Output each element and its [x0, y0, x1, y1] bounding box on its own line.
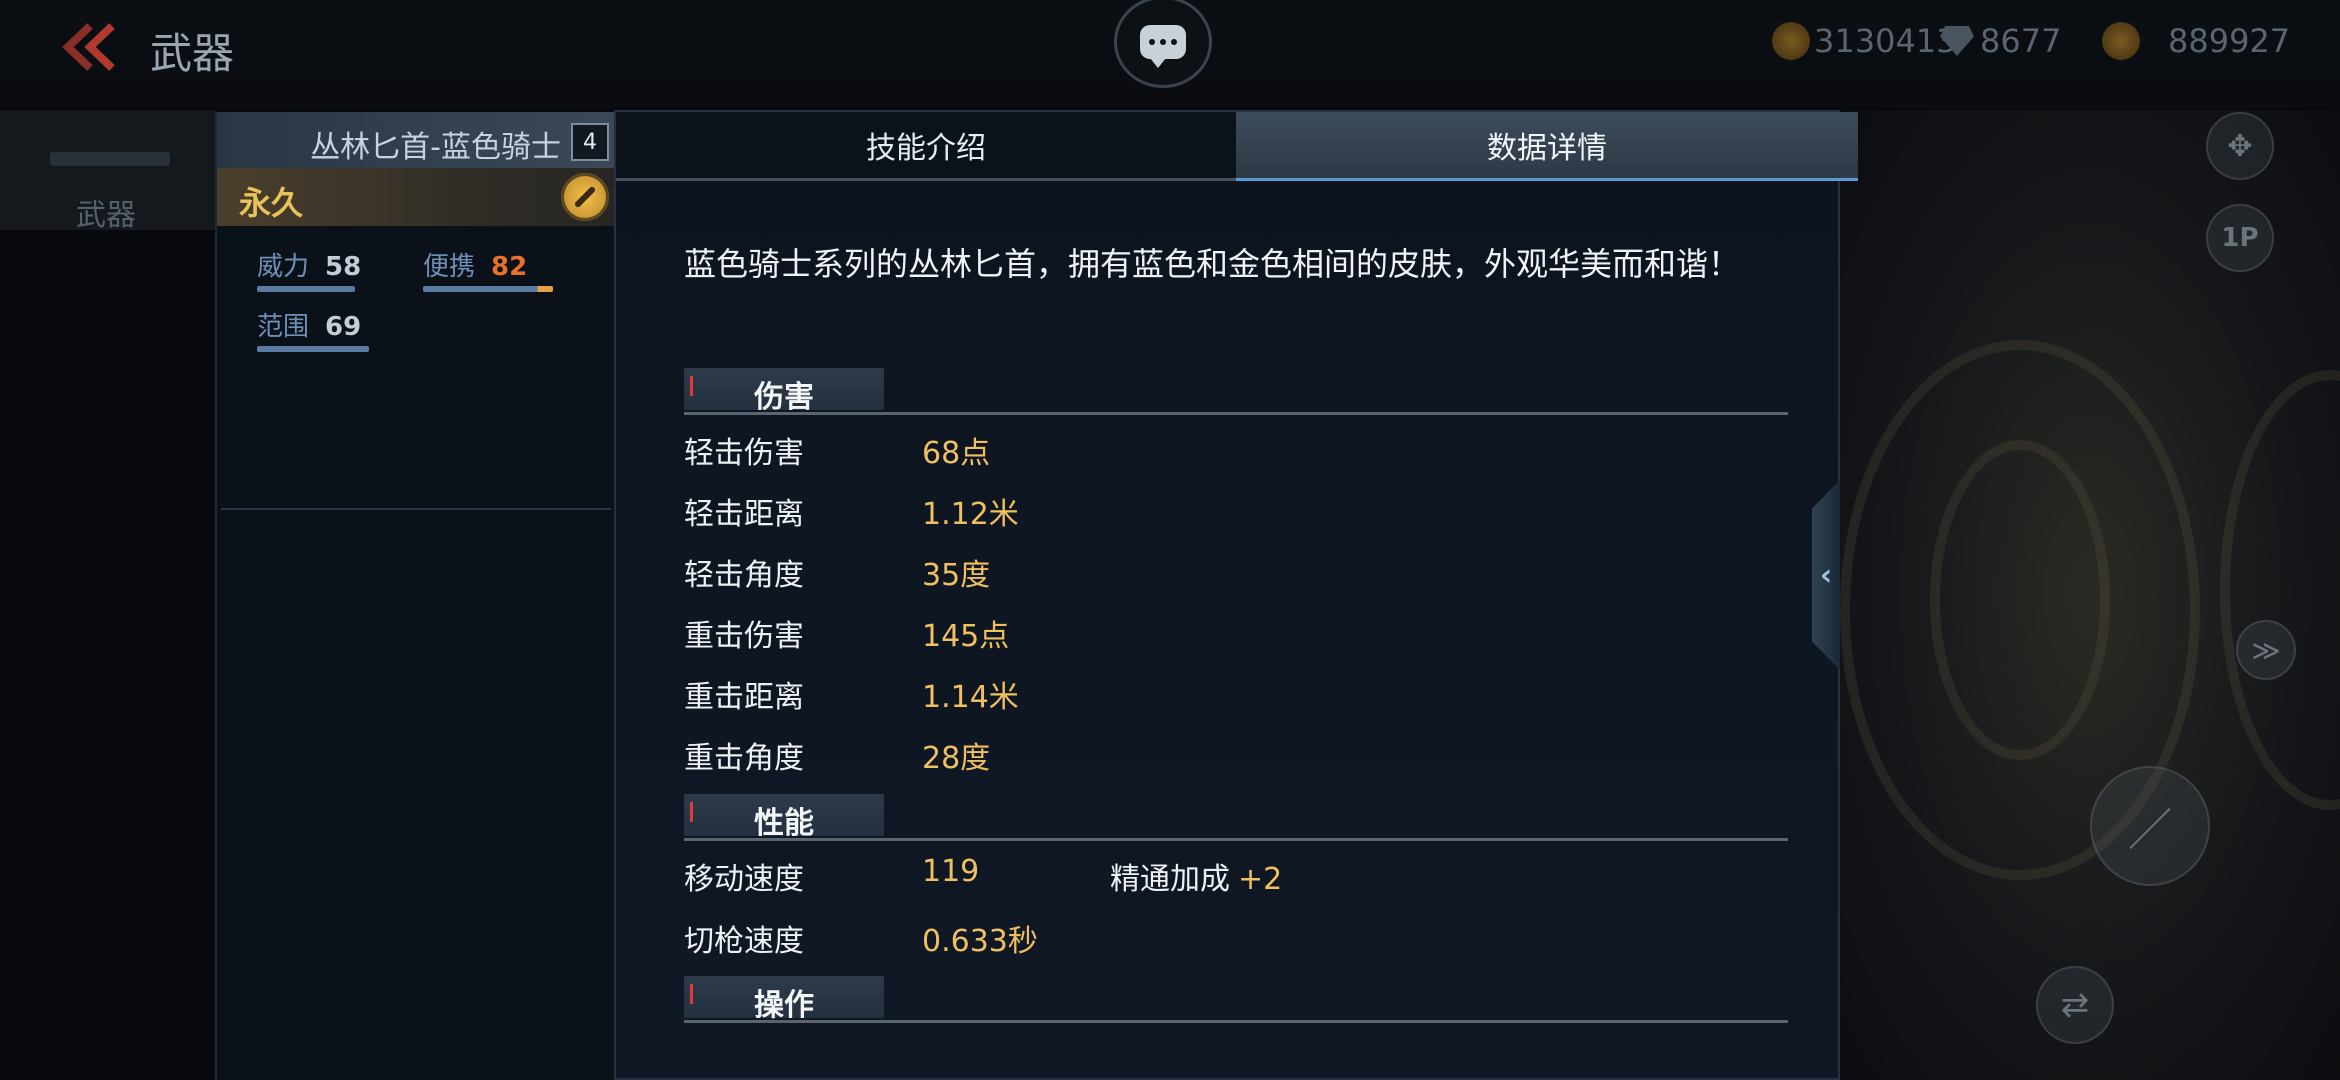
- stat-label: 范围: [257, 312, 310, 342]
- token-icon: [2102, 22, 2140, 60]
- double-chevron-left-icon: [62, 23, 115, 71]
- back-button[interactable]: [60, 22, 120, 72]
- row-label: 重击距离: [684, 680, 804, 715]
- swap-icon: ⇄: [2060, 985, 2090, 1025]
- stat-label: 威力: [257, 252, 310, 282]
- section-header-performance: 性能: [684, 794, 1788, 841]
- view-mode-label: 1P: [2221, 223, 2259, 253]
- chat-button[interactable]: [1114, 0, 1212, 88]
- stat-bar: [257, 286, 355, 292]
- stat-value: 69: [325, 312, 362, 342]
- row-value: 145点: [922, 619, 1010, 654]
- page-title: 武器: [150, 29, 235, 78]
- divider: [221, 508, 611, 510]
- swap-weapon-button[interactable]: ⇄: [2036, 966, 2114, 1044]
- chat-bubble-icon: [1140, 25, 1186, 68]
- row-value: 0.633秒: [922, 924, 1038, 959]
- section-title: 性能: [754, 806, 814, 841]
- row-label: 重击角度: [684, 741, 804, 776]
- diamond-currency: 8677: [1940, 22, 2061, 60]
- stat-portability: 便携 82: [423, 246, 553, 292]
- attack-button[interactable]: ／: [2090, 766, 2210, 886]
- weapon-level-badge: 4: [571, 123, 609, 161]
- weapon-name: 丛林匕首-蓝色骑士: [310, 130, 561, 165]
- row-label: 轻击伤害: [684, 436, 804, 471]
- diamond-amount: 8677: [1980, 22, 2062, 60]
- row-value: 68点: [922, 436, 991, 471]
- knife-icon: ／: [2128, 805, 2172, 856]
- sidebar-item-label: 武器: [76, 198, 136, 233]
- collapse-panel-button[interactable]: ‹: [1812, 480, 1840, 670]
- row-value: 35度: [922, 558, 991, 593]
- stat-bar: [423, 286, 553, 292]
- token-currency: 889927: [2102, 22, 2290, 60]
- diamond-icon: [1940, 26, 1974, 56]
- gold-currency: 3130413: [1772, 22, 1957, 60]
- stat-power: 威力 58: [257, 246, 362, 292]
- gold-amount: 3130413: [1814, 22, 1957, 60]
- section-header-operation: 操作: [684, 976, 1788, 1023]
- row-label: 轻击距离: [684, 497, 804, 532]
- stat-bar: [257, 346, 369, 352]
- bonus-label: 精通加成: [1110, 862, 1230, 897]
- row-value: 119: [922, 854, 980, 889]
- stat-value: 82: [491, 252, 528, 282]
- view-toggle-button[interactable]: 1P: [2206, 204, 2274, 272]
- tab-skill-intro[interactable]: 技能介绍: [616, 112, 1236, 181]
- stat-label: 便携: [423, 252, 476, 282]
- section-header-damage: 伤害: [684, 368, 1788, 415]
- stat-range: 范围 69: [257, 306, 369, 352]
- detail-panel: 技能介绍 数据详情 蓝色骑士系列的丛林匕首，拥有蓝色和金色相间的皮肤，外观华美而…: [614, 110, 1858, 1080]
- dash-icon: ≫: [2251, 633, 2281, 667]
- row-label: 移动速度: [684, 862, 804, 897]
- dpad-icon: ✥: [2227, 128, 2253, 164]
- row-value: 28度: [922, 741, 991, 776]
- gold-coin-icon: [1772, 22, 1810, 60]
- section-title: 伤害: [754, 380, 814, 415]
- renew-coin-icon[interactable]: [561, 173, 609, 221]
- weapon-header: 丛林匕首-蓝色骑士 4: [217, 112, 615, 168]
- duration-label: 永久: [239, 184, 304, 222]
- row-label: 轻击角度: [684, 558, 804, 593]
- rifle-icon: [50, 152, 170, 166]
- section-title: 操作: [754, 988, 814, 1023]
- weapon-description: 蓝色骑士系列的丛林匕首，拥有蓝色和金色相间的皮肤，外观华美而和谐！: [684, 245, 1741, 283]
- row-value: 1.12米: [922, 497, 1019, 532]
- chevron-left-icon: ‹: [1819, 557, 1833, 593]
- token-amount: 889927: [2168, 22, 2291, 60]
- mastery-bonus: 精通加成 +2: [1110, 854, 1282, 898]
- row-label: 重击伤害: [684, 619, 804, 654]
- dpad-button[interactable]: ✥: [2206, 112, 2274, 180]
- tab-data-details[interactable]: 数据详情: [1236, 112, 1858, 181]
- duration-bar: 永久: [217, 168, 615, 226]
- row-label: 切枪速度: [684, 924, 804, 959]
- weapon-info-panel: 丛林匕首-蓝色骑士 4 永久 威力 58 便携 82 范围 69: [215, 112, 615, 1080]
- dodge-button[interactable]: ≫: [2236, 620, 2296, 680]
- bonus-value: +2: [1238, 862, 1283, 897]
- stat-value: 58: [325, 252, 362, 282]
- row-value: 1.14米: [922, 680, 1019, 715]
